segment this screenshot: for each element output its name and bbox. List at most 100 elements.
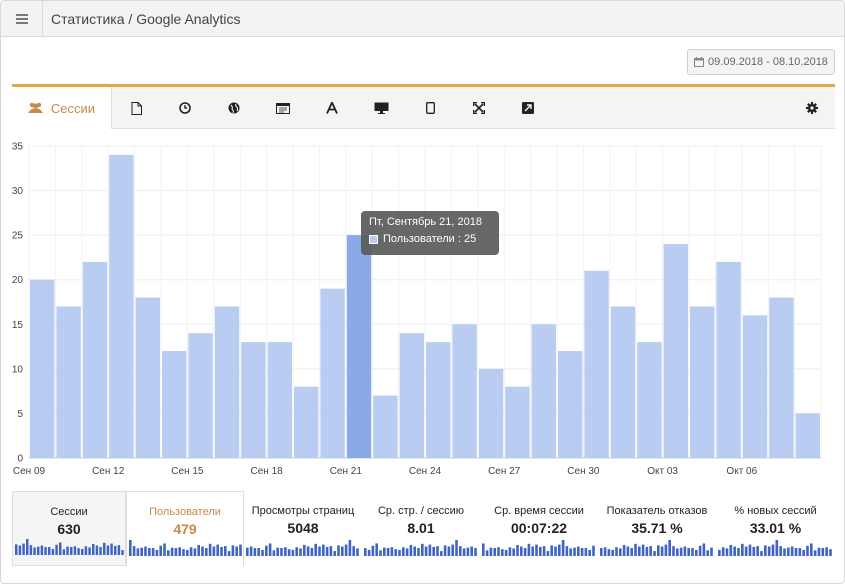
x-tick-label: Окт 03 bbox=[647, 466, 678, 477]
tab-desktop[interactable] bbox=[369, 87, 393, 129]
x-tick-label: Сен 21 bbox=[330, 466, 363, 477]
sparkline-bar bbox=[310, 548, 314, 556]
tab-fullscreen[interactable] bbox=[467, 87, 491, 129]
bar[interactable] bbox=[716, 261, 741, 458]
sparkline-bar bbox=[295, 547, 298, 556]
y-tick-label: 25 bbox=[12, 231, 24, 242]
bar[interactable] bbox=[162, 351, 187, 458]
bar[interactable] bbox=[109, 154, 134, 458]
sparkline-bar bbox=[436, 546, 439, 556]
bar[interactable] bbox=[584, 270, 609, 458]
sparkline-bar bbox=[77, 548, 80, 555]
bar[interactable] bbox=[637, 342, 662, 458]
y-tick-label: 10 bbox=[12, 364, 24, 375]
stat-users[interactable]: Пользователи 479 bbox=[126, 491, 244, 566]
sparkline-bar bbox=[546, 551, 550, 556]
bar[interactable] bbox=[82, 261, 108, 458]
bar[interactable] bbox=[769, 297, 794, 458]
sparkline-bar bbox=[37, 546, 40, 555]
bar[interactable] bbox=[135, 297, 160, 458]
bar[interactable] bbox=[267, 342, 292, 458]
sparkline-bar bbox=[159, 545, 162, 556]
bar[interactable] bbox=[558, 351, 583, 458]
sparkline-bar bbox=[660, 546, 664, 556]
sparkline-bar bbox=[710, 547, 713, 556]
font-icon bbox=[326, 102, 338, 114]
tab-browser[interactable] bbox=[271, 87, 295, 129]
tab-time[interactable] bbox=[173, 87, 197, 129]
settings-button[interactable] bbox=[800, 87, 824, 129]
sparkline-bar bbox=[212, 546, 216, 556]
desktop-icon bbox=[374, 102, 388, 114]
sparkline-bar bbox=[224, 546, 227, 556]
bar[interactable] bbox=[346, 235, 372, 458]
sparkline-bar bbox=[375, 543, 378, 556]
sparkline-bar bbox=[466, 547, 470, 556]
bar[interactable] bbox=[505, 386, 530, 458]
sparkline-bar bbox=[88, 547, 91, 555]
bar[interactable] bbox=[241, 342, 266, 458]
tab-referrals[interactable] bbox=[516, 87, 540, 129]
date-range-button[interactable]: 09.09.2018 - 08.10.2018 bbox=[687, 49, 835, 75]
sparkline-bar bbox=[520, 546, 523, 556]
bar[interactable] bbox=[214, 306, 240, 458]
stat-value: 479 bbox=[173, 521, 197, 537]
sparkline-bar bbox=[573, 547, 576, 556]
sparkline-bar bbox=[550, 545, 553, 556]
x-tick-label: Сен 27 bbox=[488, 466, 521, 477]
sparkline-bar bbox=[246, 547, 249, 556]
sparkline-bar bbox=[615, 547, 618, 556]
bar[interactable] bbox=[188, 333, 213, 458]
sparkline-bar bbox=[584, 548, 588, 556]
tab-geo[interactable] bbox=[222, 87, 246, 129]
sparkline-bar bbox=[26, 539, 29, 555]
sparkline-bar bbox=[299, 548, 302, 556]
bar[interactable] bbox=[56, 306, 81, 458]
menu-button[interactable] bbox=[1, 1, 43, 37]
sparkline-bar bbox=[421, 543, 424, 556]
bar[interactable] bbox=[373, 395, 398, 458]
bar[interactable] bbox=[320, 288, 345, 458]
tab-font[interactable] bbox=[320, 87, 344, 129]
sparkline-bar bbox=[417, 548, 420, 556]
sparkline-bar bbox=[771, 544, 775, 556]
sparkline-bar bbox=[737, 548, 740, 556]
bar[interactable] bbox=[531, 324, 556, 458]
bar[interactable] bbox=[690, 306, 715, 458]
tab-pages[interactable] bbox=[124, 87, 148, 129]
y-tick-label: 5 bbox=[17, 409, 23, 420]
sparkline-bar bbox=[371, 545, 375, 556]
sparkline-bar bbox=[482, 543, 485, 556]
tab-tablet[interactable] bbox=[418, 87, 442, 129]
sparkline-bar bbox=[132, 546, 136, 556]
sparkline-bar bbox=[451, 544, 454, 556]
sparkline-bar bbox=[810, 543, 813, 556]
bar[interactable] bbox=[426, 342, 451, 458]
sparkline-bar bbox=[561, 540, 565, 556]
sparkline-bar bbox=[588, 549, 591, 556]
sparkline bbox=[246, 540, 359, 556]
sparkline-bar bbox=[314, 543, 317, 556]
bar[interactable] bbox=[742, 315, 768, 458]
stat-bounce-rate[interactable]: Показатель отказов 35.71 % bbox=[598, 491, 716, 566]
sparkline-bar bbox=[531, 546, 534, 556]
bar[interactable] bbox=[294, 386, 319, 458]
stat-avg-session-time[interactable]: Ср. время сессии 00:07:22 bbox=[480, 491, 598, 566]
bar[interactable] bbox=[478, 368, 504, 458]
sparkline-bar bbox=[44, 547, 47, 555]
bar[interactable] bbox=[452, 324, 477, 458]
sparkline-bar bbox=[527, 543, 531, 556]
stat-pageviews[interactable]: Просмотры страниц 5048 bbox=[244, 491, 362, 566]
bar[interactable] bbox=[399, 333, 424, 458]
bar[interactable] bbox=[663, 244, 688, 458]
stat-new-sessions[interactable]: % новых сессий 33.01 % bbox=[716, 491, 835, 566]
tab-sessions[interactable]: Сессии bbox=[12, 87, 112, 129]
bar[interactable] bbox=[30, 279, 55, 458]
sparkline-bar bbox=[227, 551, 231, 556]
bar[interactable] bbox=[610, 306, 636, 458]
sparkline-bar bbox=[379, 550, 382, 556]
bar[interactable] bbox=[795, 413, 820, 458]
stat-pages-per-session[interactable]: Ср. стр. / сессию 8.01 bbox=[362, 491, 480, 566]
stat-value: 8.01 bbox=[407, 520, 435, 536]
stat-sessions[interactable]: Сессии 630 bbox=[12, 491, 126, 566]
